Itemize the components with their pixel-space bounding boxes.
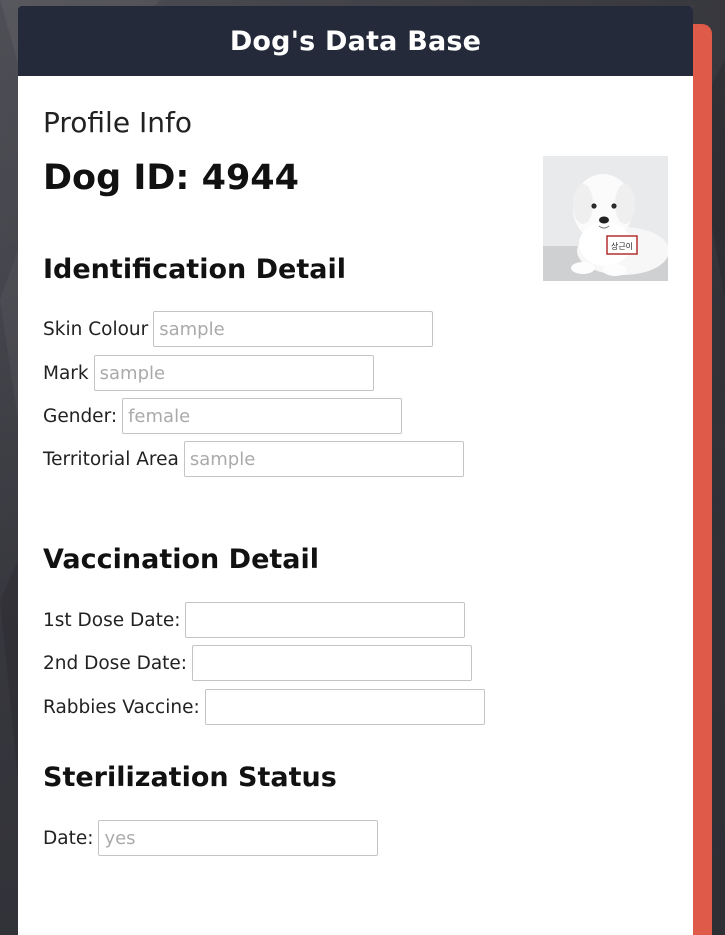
first-dose-label: 1st Dose Date: xyxy=(43,609,181,631)
app-header: Dog's Data Base xyxy=(18,6,693,76)
first-dose-row: 1st Dose Date: xyxy=(43,602,466,638)
mark-input[interactable] xyxy=(93,355,374,391)
mark-row: Mark xyxy=(43,355,374,391)
rabbies-vaccine-row: Rabbies Vaccine: xyxy=(43,689,485,725)
sterilization-section-title: Sterilization Status xyxy=(43,762,337,793)
territorial-area-input[interactable] xyxy=(183,441,464,477)
skin-colour-label: Skin Colour xyxy=(43,318,149,340)
skin-colour-input[interactable] xyxy=(153,311,434,347)
sterilization-date-label: Date: xyxy=(43,827,94,849)
first-dose-input[interactable] xyxy=(185,602,466,638)
dog-illustration: 상근이 xyxy=(543,156,668,281)
profile-card: Dog's Data Base Profile Info Dog ID: 494… xyxy=(18,6,693,935)
territorial-area-label: Territorial Area xyxy=(43,448,179,470)
mark-label: Mark xyxy=(43,362,89,384)
dog-tag-text: 상근이 xyxy=(611,241,633,251)
rabbies-vaccine-input[interactable] xyxy=(204,689,485,725)
second-dose-row: 2nd Dose Date: xyxy=(43,645,473,681)
dog-photo: 상근이 xyxy=(543,156,668,281)
vaccination-section-title: Vaccination Detail xyxy=(43,544,320,575)
sterilization-date-row: Date: xyxy=(43,820,379,856)
sterilization-date-input[interactable] xyxy=(98,820,379,856)
profile-info-heading: Profile Info xyxy=(43,106,192,139)
dog-id-heading: Dog ID: 4944 xyxy=(43,158,300,198)
app-title: Dog's Data Base xyxy=(229,25,482,57)
rabbies-vaccine-label: Rabbies Vaccine: xyxy=(43,696,200,718)
gender-input[interactable] xyxy=(122,398,403,434)
gender-row: Gender: xyxy=(43,398,403,434)
second-dose-label: 2nd Dose Date: xyxy=(43,652,188,674)
skin-colour-row: Skin Colour xyxy=(43,311,434,347)
identification-section-title: Identification Detail xyxy=(43,254,346,285)
second-dose-input[interactable] xyxy=(192,645,473,681)
gender-label: Gender: xyxy=(43,405,118,427)
territorial-area-row: Territorial Area xyxy=(43,441,464,477)
